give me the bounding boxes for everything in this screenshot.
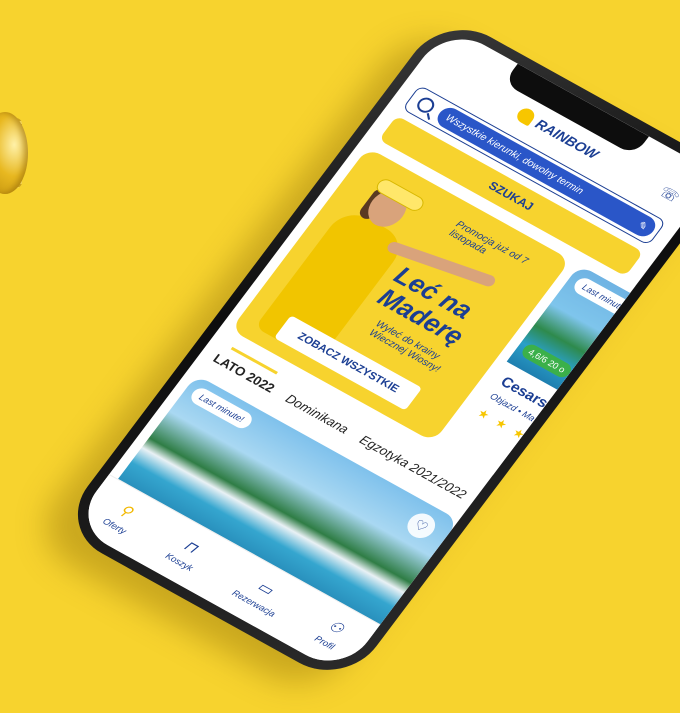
phone-frame: RAINBOW ☏ Wszystkie kierunki, dowolny te… [56,11,680,689]
search-icon [413,94,438,116]
last-minute-badge: Last minute! [187,385,256,432]
nav-item-rezerwacja[interactable]: ▭ Rezerwacja [230,570,291,619]
stage: RAINBOW ☏ Wszystkie kierunki, dowolny te… [0,0,680,713]
heart-icon[interactable]: ♡ [401,508,441,543]
pencil-icon: ✎ [634,218,650,233]
nav-item-profil[interactable]: ⚇ Profil [313,616,350,652]
phone-screen: RAINBOW ☏ Wszystkie kierunki, dowolny te… [71,24,680,676]
search-icon: ⚲ [115,501,136,521]
nav-item-oferty[interactable]: ⚲ Oferty [101,498,142,536]
bag-icon: ⊓ [180,537,201,557]
user-icon: ⚇ [324,617,347,638]
rainbow-logo-icon [513,105,538,127]
phone-call-icon[interactable]: ☏ [654,183,680,209]
nav-item-koszyk[interactable]: ⊓ Koszyk [164,533,209,573]
ticket-icon: ▭ [253,578,277,599]
